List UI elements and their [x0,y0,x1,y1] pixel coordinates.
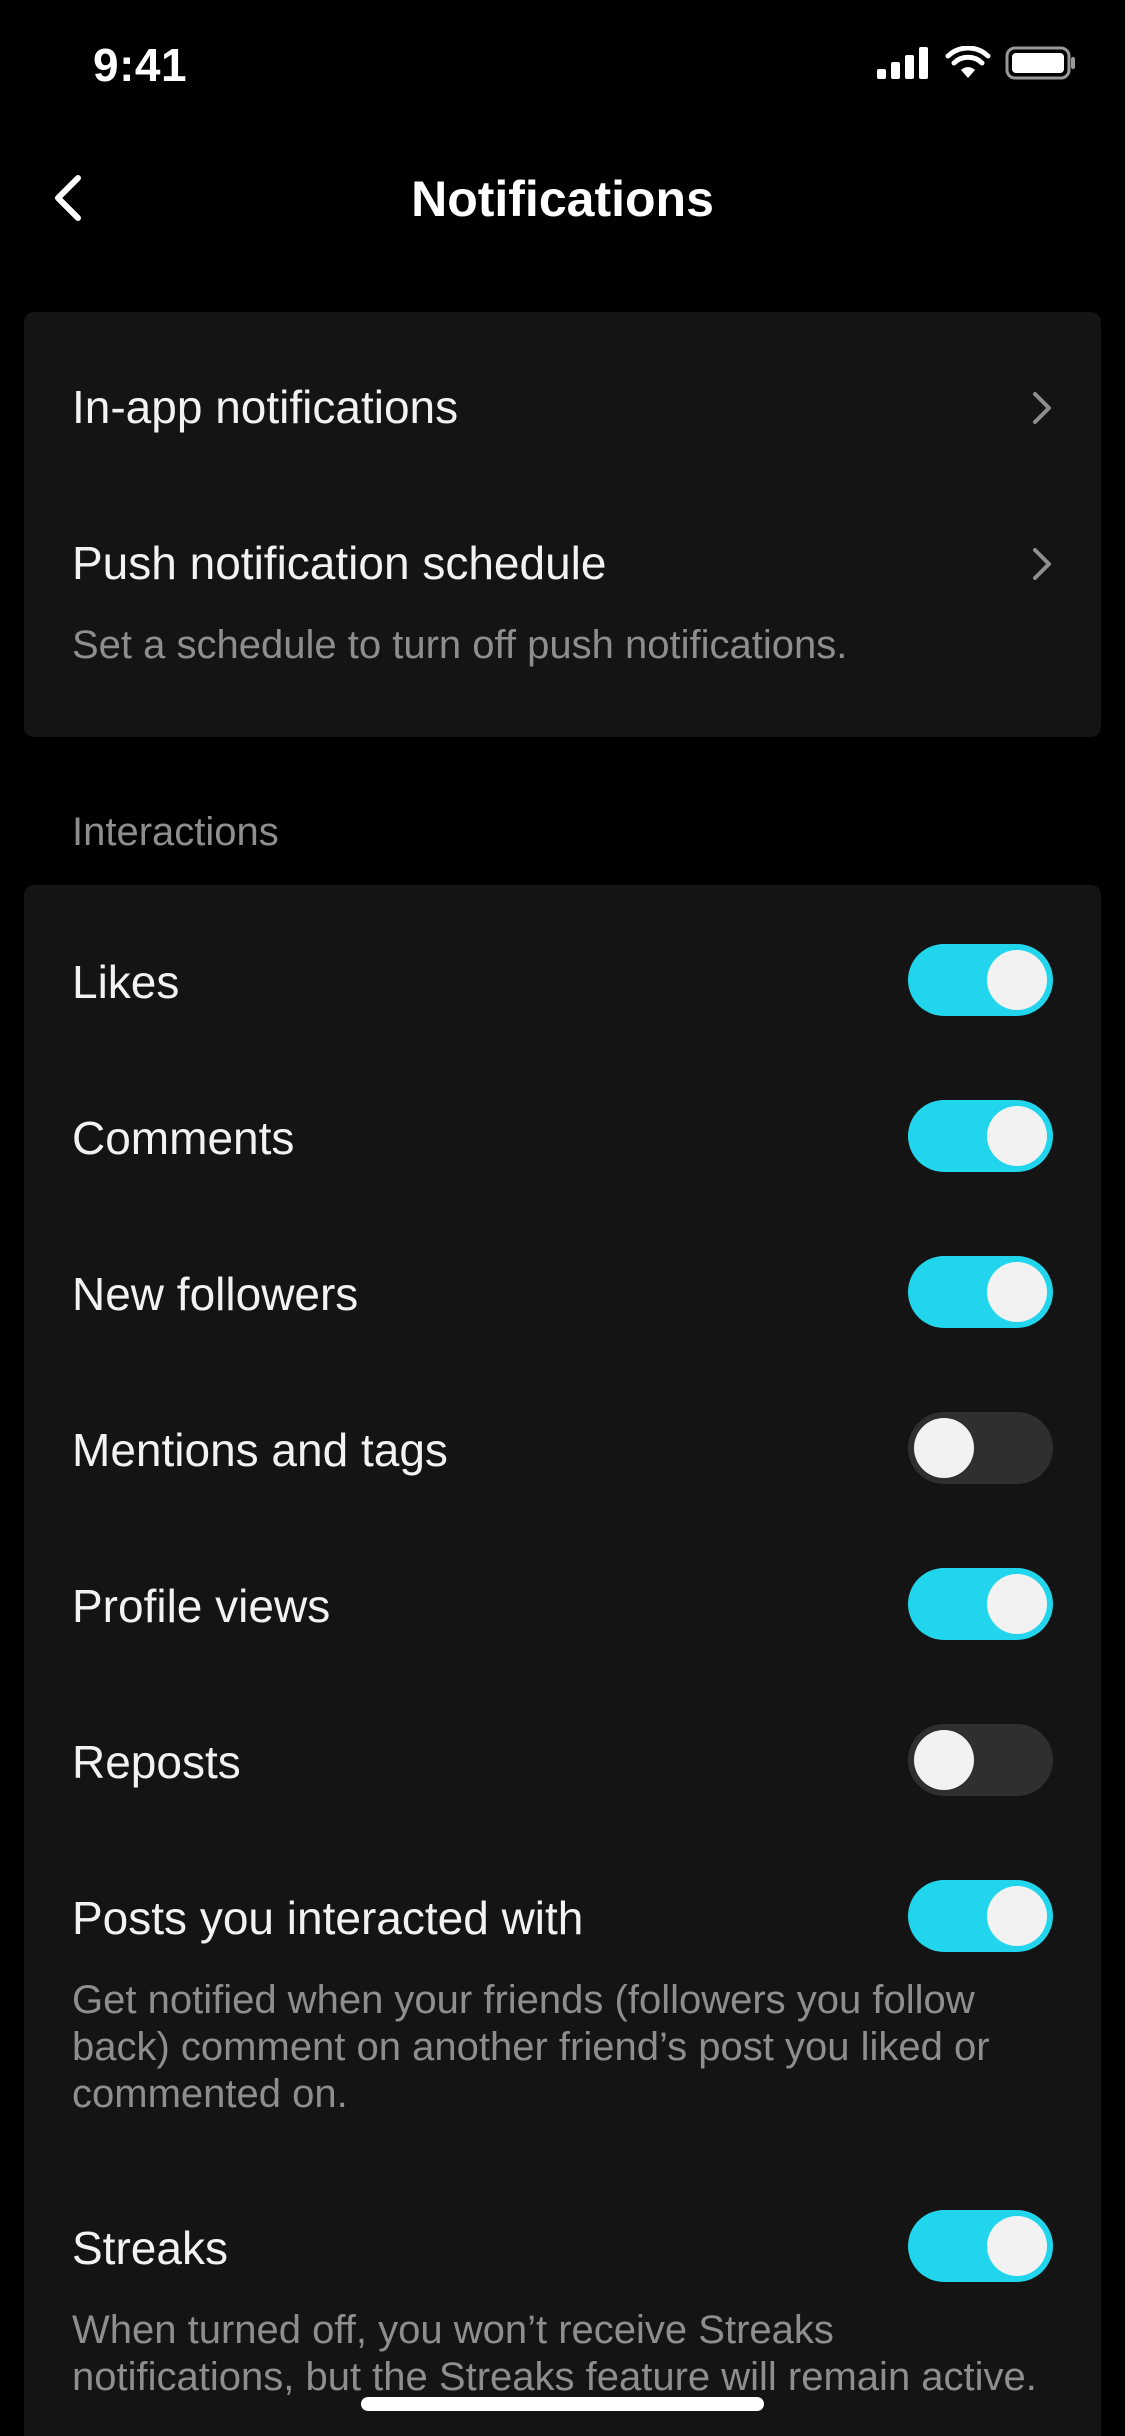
row-description: When turned off, you won’t receive Strea… [72,2308,1037,2399]
toggle-knob [987,1262,1047,1322]
row-title: Push notification schedule [72,537,607,589]
status-bar: 9:41 [0,0,1125,140]
reposts-toggle[interactable] [908,1724,1053,1796]
row-title: Streaks [72,2222,228,2274]
section-label: Interactions [72,810,279,854]
battery-icon [1005,46,1075,80]
page-title: Notifications [411,171,714,227]
toggle-knob [987,1574,1047,1634]
row-title: Reposts [72,1736,241,1788]
home-indicator [361,2397,764,2411]
toggle-knob [987,1886,1047,1946]
toggle-knob [914,1730,974,1790]
new-followers-toggle[interactable] [908,1256,1053,1328]
chevron-right-icon [1033,392,1051,424]
wifi-icon [945,46,991,78]
interactions-card: Likes Comments New followers Mentions an… [24,885,1101,2436]
toggle-knob [987,950,1047,1010]
row-description: Set a schedule to turn off push notifica… [72,623,848,667]
comments-toggle[interactable] [908,1100,1053,1172]
toggle-knob [987,2216,1047,2276]
row-title: Mentions and tags [72,1424,448,1476]
row-description: Get notified when your friends (follower… [72,1978,990,2116]
cellular-signal-icon [877,47,928,79]
likes-toggle[interactable] [908,944,1053,1016]
toggle-knob [914,1418,974,1478]
row-title: New followers [72,1268,359,1320]
row-title: Posts you interacted with [72,1892,584,1944]
chevron-right-icon [1033,548,1051,580]
nav-bar: Notifications [0,140,1125,255]
mentions-and-tags-toggle[interactable] [908,1412,1053,1484]
notification-settings-card: In-app notifications Push notification s… [24,312,1101,737]
row-title: Likes [72,956,180,1008]
streaks-toggle[interactable] [908,2210,1053,2282]
status-time: 9:41 [93,39,188,91]
row-title: In-app notifications [72,381,459,433]
toggle-knob [987,1106,1047,1166]
posts-you-interacted-with-toggle[interactable] [908,1880,1053,1952]
row-title: Comments [72,1112,295,1164]
row-title: Profile views [72,1580,331,1632]
profile-views-toggle[interactable] [908,1568,1053,1640]
